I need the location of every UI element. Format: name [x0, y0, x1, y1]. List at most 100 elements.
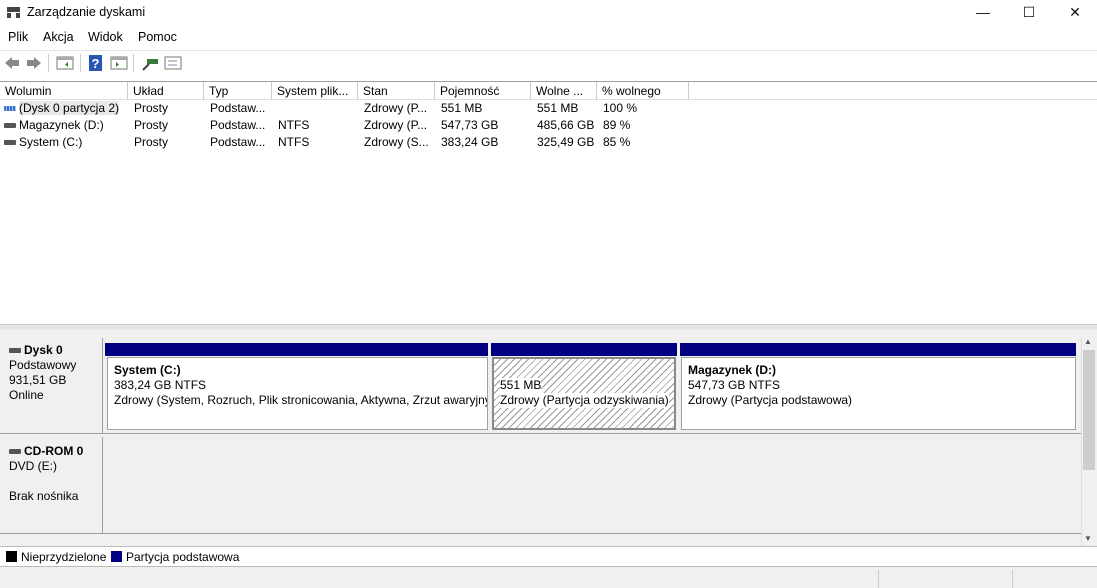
menu-pomoc[interactable]: Pomoc — [138, 30, 177, 44]
volume-cell: 85 % — [597, 134, 689, 151]
volume-cell: 383,24 GB — [435, 134, 531, 151]
legend-primary-partition: Partycja podstawowa — [126, 550, 240, 564]
volume-cell: Magazynek (D:) — [0, 117, 128, 134]
partition-name: System (C:) — [114, 363, 181, 377]
volume-cell: Prosty — [128, 100, 204, 117]
cell-7: 100 % — [603, 101, 638, 115]
partition-size: 547,73 GB NTFS — [688, 378, 781, 392]
volume-cell: Podstaw... — [204, 100, 272, 117]
cell-4: Zdrowy (P... — [364, 118, 428, 132]
scroll-down-icon[interactable]: ▼ — [1084, 534, 1092, 543]
partition-magazynek-d[interactable]: Magazynek (D:) 547,73 GB NTFS Zdrowy (Pa… — [681, 357, 1076, 430]
volume-cell: Zdrowy (P... — [358, 100, 435, 117]
cell-1: Prosty — [134, 101, 169, 115]
console-tree-icon[interactable] — [56, 54, 74, 72]
back-icon[interactable] — [3, 54, 21, 72]
svg-text:?: ? — [92, 56, 100, 71]
volume-row[interactable]: (Dysk 0 partycja 2) Prosty Podstaw... Zdrow… — [0, 100, 700, 117]
volume-cell: 89 % — [597, 117, 689, 134]
minimize-button[interactable]: — — [960, 0, 1006, 26]
menu-plik[interactable]: Plik — [8, 30, 28, 44]
partition-bar-c — [105, 343, 488, 356]
disk-0-label[interactable]: Dysk 0 Podstawowy 931,51 GB Online — [0, 338, 103, 434]
scrollbar-thumb[interactable] — [1083, 350, 1095, 470]
cell-5: 383,24 GB — [441, 135, 499, 149]
column-header-typ[interactable]: Typ — [204, 82, 272, 100]
properties-icon[interactable] — [164, 54, 182, 72]
partition-status: Zdrowy (System, Rozruch, Plik stronicowa… — [114, 393, 488, 407]
partition-system-c[interactable]: System (C:) 383,24 GB NTFS Zdrowy (Syste… — [107, 357, 488, 430]
scroll-up-icon[interactable]: ▲ — [1084, 337, 1092, 346]
volume-cell: 325,49 GB — [531, 134, 597, 151]
cell-4: Zdrowy (S... — [364, 135, 429, 149]
cell-2: Podstaw... — [210, 118, 266, 132]
status-divider — [878, 570, 879, 588]
volume-row[interactable]: Magazynek (D:) Prosty Podstaw... NTFS Zdrowy… — [0, 117, 700, 134]
cell-5: 547,73 GB — [441, 118, 499, 132]
forward-icon[interactable] — [25, 54, 43, 72]
help-icon[interactable]: ? — [87, 54, 105, 72]
column-header-stan[interactable]: Stan — [358, 82, 435, 100]
column-header-procent-wolnego[interactable]: % wolnego — [597, 82, 689, 100]
menu-akcja[interactable]: Akcja — [43, 30, 74, 44]
partition-bar-d — [680, 343, 1076, 356]
volume-cell: Podstaw... — [204, 117, 272, 134]
volume-icon — [4, 106, 16, 112]
maximize-button[interactable]: ☐ — [1006, 0, 1052, 26]
volume-row[interactable]: System (C:) Prosty Podstaw... NTFS Zdrowy (S… — [0, 134, 700, 151]
partition-status: Zdrowy (Partycja odzyskiwania) — [500, 393, 669, 408]
toolbar-separator — [133, 54, 134, 72]
close-button[interactable]: ✕ — [1052, 0, 1097, 26]
cell-1: Prosty — [134, 135, 169, 149]
volume-cell: 485,66 GB — [531, 117, 597, 134]
cell-7: 85 % — [603, 135, 631, 149]
cell-2: Podstaw... — [210, 101, 266, 115]
volume-cell: System (C:) — [0, 134, 128, 151]
volume-cell: Zdrowy (S... — [358, 134, 435, 151]
column-header-wolumin[interactable]: Wolumin — [0, 82, 128, 100]
volume-cell: Podstaw... — [204, 134, 272, 151]
volume-cell: NTFS — [272, 134, 358, 151]
rescan-disks-icon[interactable] — [141, 54, 159, 72]
cell-0: Magazynek (D:) — [19, 118, 104, 132]
column-header-wolne[interactable]: Wolne ... — [531, 82, 597, 100]
volume-cell — [272, 100, 358, 117]
toolbar-separator — [80, 54, 81, 72]
cell-7: 89 % — [603, 118, 631, 132]
column-header-system-plikow[interactable]: System plik... — [272, 82, 358, 100]
cdrom-icon — [9, 449, 21, 455]
disk-status: Brak nośnika — [9, 489, 79, 503]
disk-type: Podstawowy — [9, 358, 77, 372]
legend: Nieprzydzielone Partycja podstawowa — [0, 546, 1097, 567]
partition-name: Magazynek (D:) — [688, 363, 777, 377]
cell-2: Podstaw... — [210, 135, 266, 149]
column-header-uklad[interactable]: Układ — [128, 82, 204, 100]
cell-3: NTFS — [278, 118, 310, 132]
disk-type: DVD (E:) — [9, 459, 57, 473]
cell-4: Zdrowy (P... — [364, 101, 428, 115]
volume-icon — [4, 123, 16, 129]
legend-unallocated: Nieprzydzielone — [21, 550, 107, 564]
disk-icon — [9, 348, 21, 354]
status-bar — [0, 568, 1097, 588]
volume-icon — [4, 140, 16, 146]
cdrom-0-label[interactable]: CD-ROM 0 DVD (E:) Brak nośnika — [0, 437, 103, 534]
cell-6: 325,49 GB — [537, 135, 595, 149]
cell-5: 551 MB — [441, 101, 483, 115]
status-divider — [1012, 570, 1013, 588]
disk-management-icon — [7, 7, 20, 18]
column-header-pojemnosc[interactable]: Pojemność — [435, 82, 531, 100]
volume-cell: 547,73 GB — [435, 117, 531, 134]
action-pane-icon[interactable] — [110, 54, 128, 72]
cell-1: Prosty — [134, 118, 169, 132]
disk-status: Online — [9, 388, 44, 402]
cell-6: 551 MB — [537, 101, 579, 115]
volume-cell: 551 MB — [531, 100, 597, 117]
partition-recovery[interactable]: 551 MB Zdrowy (Partycja odzyskiwania) — [492, 357, 676, 430]
menu-widok[interactable]: Widok — [88, 30, 123, 44]
toolbar-separator — [48, 54, 49, 72]
cdrom-0-area — [103, 437, 1081, 534]
volume-cell: 100 % — [597, 100, 689, 117]
cell-0: System (C:) — [19, 135, 83, 149]
cell-0: (Dysk 0 partycja 2) — [19, 101, 120, 115]
